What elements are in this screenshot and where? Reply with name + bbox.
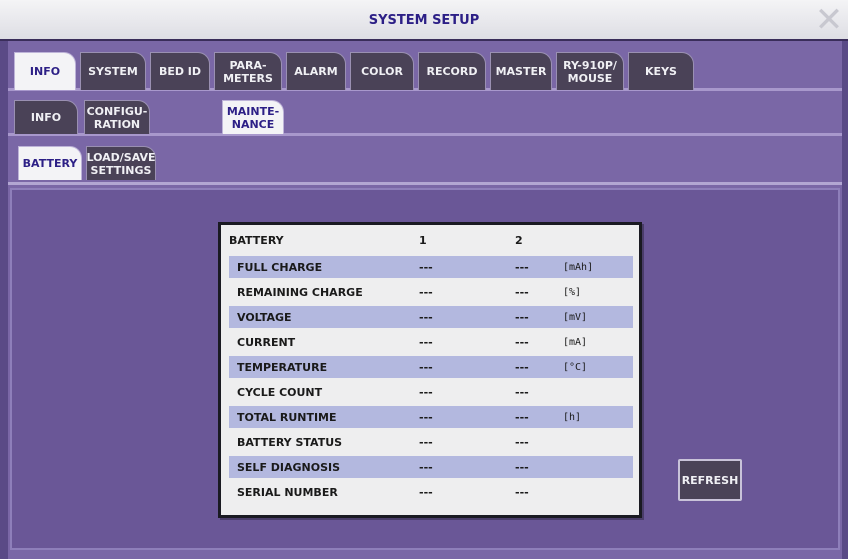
row-unit: [h] [563,411,582,423]
subtab-maintenance[interactable]: MAINTE- NANCE [222,100,284,134]
table-row: CURRENT --- --- [mA] [229,331,633,353]
table-row: FULL CHARGE --- --- [mAh] [229,256,633,278]
row-value-2: --- [515,485,529,499]
row-label: FULL CHARGE [237,260,323,274]
table-row: TEMPERATURE --- --- [°C] [229,356,633,378]
table-row: SERIAL NUMBER --- --- [229,481,633,503]
tab-alarm[interactable]: ALARM [286,52,346,90]
row-value-2: --- [515,285,529,299]
table-row: BATTERY STATUS --- --- [229,431,633,453]
row-value-1: --- [419,460,433,474]
row-value-2: --- [515,335,529,349]
tab-ry910p-mouse[interactable]: RY-910P/ MOUSE [556,52,624,90]
row-unit: [mAh] [563,261,594,273]
tab-record-label: RECORD [426,65,478,78]
tab-master[interactable]: MASTER [490,52,552,90]
table-row: VOLTAGE --- --- [mV] [229,306,633,328]
row-label: CYCLE COUNT [237,385,323,399]
row-unit: [%] [563,286,582,298]
row-value-1: --- [419,435,433,449]
row-value-2: --- [515,435,529,449]
subtab-maintenance-label: MAINTE- NANCE [226,104,280,131]
tab-load-save-settings[interactable]: LOAD/SAVE SETTINGS [86,146,156,180]
tab-parameters[interactable]: PARA- METERS [214,52,282,90]
battery-header-label: BATTERY [229,233,284,247]
row-label: CURRENT [237,335,296,349]
row-value-1: --- [419,485,433,499]
tab-info[interactable]: INFO [14,52,76,90]
row-label: BATTERY STATUS [237,435,343,449]
subtab-configuration[interactable]: CONFIGU- RATION [84,100,150,134]
battery-panel: BATTERY 1 2 FULL CHARGE --- --- [mAh] RE… [218,222,642,518]
row-value-1: --- [419,310,433,324]
close-icon[interactable]: ✕ [814,3,844,37]
row-unit: [mA] [563,336,588,348]
battery-col1-header: 1 [419,233,427,247]
row-label: TOTAL RUNTIME [237,410,337,424]
row-value-1: --- [419,260,433,274]
tab-parameters-label: PARA- METERS [223,58,273,85]
tab-alarm-label: ALARM [294,65,338,78]
row-value-1: --- [419,335,433,349]
table-row: CYCLE COUNT --- --- [229,381,633,403]
row-label: SELF DIAGNOSIS [237,460,341,474]
tab-bed-id-label: BED ID [158,65,202,78]
tab-master-label: MASTER [495,65,547,78]
battery-col2-header: 2 [515,233,523,247]
tab-battery-label: BATTERY [22,157,78,170]
tab-record[interactable]: RECORD [418,52,486,90]
row-label: TEMPERATURE [237,360,328,374]
row-unit: [°C] [563,361,588,373]
tab-color[interactable]: COLOR [350,52,414,90]
tab-info-label: INFO [29,65,61,78]
row-value-2: --- [515,460,529,474]
tab-keys-label: KEYS [645,65,677,78]
tab-system-label: SYSTEM [88,65,138,78]
row-value-1: --- [419,410,433,424]
tab-system[interactable]: SYSTEM [80,52,146,90]
row-value-2: --- [515,310,529,324]
row-label: SERIAL NUMBER [237,485,338,499]
window-title: SYSTEM SETUP [368,13,480,28]
table-row: TOTAL RUNTIME --- --- [h] [229,406,633,428]
subtab-configuration-label: CONFIGU- RATION [86,104,148,131]
row-value-2: --- [515,360,529,374]
row-value-2: --- [515,385,529,399]
row-value-1: --- [419,360,433,374]
row-value-2: --- [515,410,529,424]
row-value-1: --- [419,385,433,399]
battery-header-row: BATTERY 1 2 [225,229,629,251]
tab-keys[interactable]: KEYS [628,52,694,90]
table-row: SELF DIAGNOSIS --- --- [229,456,633,478]
row-value-1: --- [419,285,433,299]
row-label: REMAINING CHARGE [237,285,363,299]
table-row: REMAINING CHARGE --- --- [%] [229,281,633,303]
row-unit: [mV] [563,311,588,323]
row-value-2: --- [515,260,529,274]
tab-battery[interactable]: BATTERY [18,146,82,180]
refresh-button[interactable]: REFRESH [678,459,742,501]
tab-color-label: COLOR [361,65,403,78]
subtab-info-label: INFO [30,111,62,124]
tab-load-save-settings-label: LOAD/SAVE SETTINGS [86,150,156,177]
subtab-info[interactable]: INFO [14,100,78,134]
row-label: VOLTAGE [237,310,292,324]
tab-ry910p-mouse-label: RY-910P/ MOUSE [563,58,617,85]
tab-bed-id[interactable]: BED ID [150,52,210,90]
